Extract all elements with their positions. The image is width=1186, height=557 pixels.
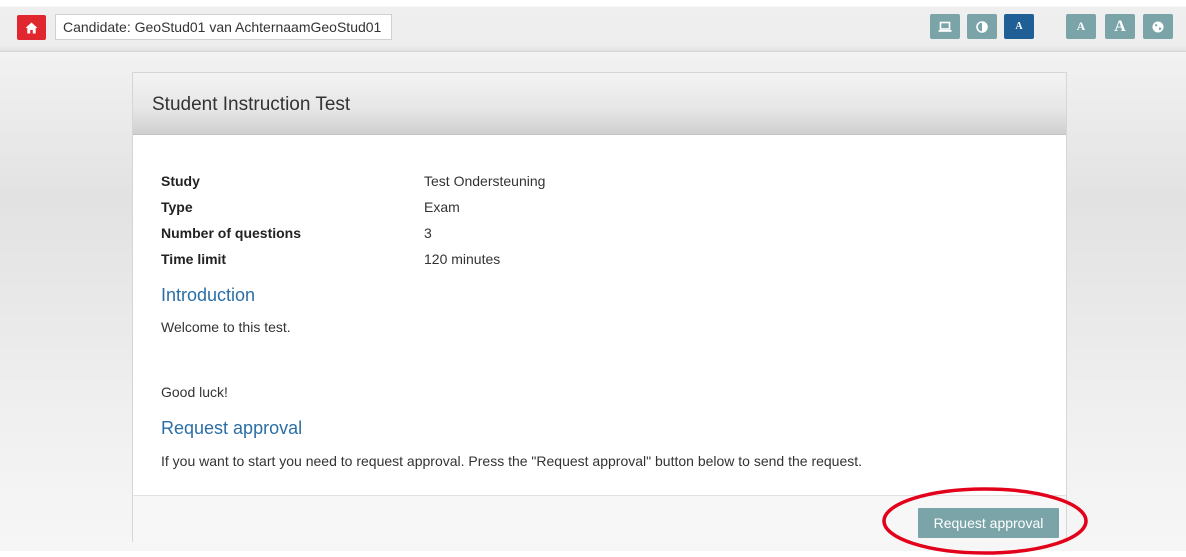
font-size-small-button[interactable]: A	[1004, 14, 1034, 39]
detail-row: Time limit 120 minutes	[161, 246, 545, 272]
home-button[interactable]	[17, 15, 46, 40]
language-button[interactable]	[1143, 14, 1173, 39]
detail-label: Time limit	[161, 251, 227, 267]
font-size-large-button[interactable]: A	[1105, 14, 1135, 39]
top-bar: Candidate: GeoStud01 van AchternaamGeoSt…	[0, 0, 1186, 52]
detail-row: Type Exam	[161, 194, 545, 220]
detail-label: Type	[161, 199, 193, 215]
introduction-text: Welcome to this test.	[161, 319, 291, 335]
font-small-icon: A	[1015, 21, 1023, 32]
panel-title: Student Instruction Test	[133, 73, 1066, 135]
detail-label: Study	[161, 173, 200, 189]
request-approval-text: If you want to start you need to request…	[161, 453, 863, 469]
detail-value: 3	[424, 225, 432, 241]
candidate-label: Candidate: GeoStud01 van AchternaamGeoSt…	[55, 14, 392, 40]
test-details: Study Test Ondersteuning Type Exam Numbe…	[161, 168, 545, 272]
test-panel: Student Instruction Test Study Test Onde…	[132, 72, 1067, 542]
detail-value: Exam	[424, 199, 460, 215]
detail-row: Number of questions 3	[161, 220, 545, 246]
detail-row: Study Test Ondersteuning	[161, 168, 545, 194]
detail-value: 120 minutes	[424, 251, 501, 267]
request-approval-heading: Request approval	[161, 418, 303, 438]
font-size-medium-button[interactable]: A	[1066, 14, 1096, 39]
home-icon	[25, 22, 38, 33]
good-luck-text: Good luck!	[161, 384, 228, 400]
detail-value: Test Ondersteuning	[424, 173, 546, 189]
request-approval-button[interactable]: Request approval	[918, 508, 1059, 538]
font-large-icon: A	[1114, 17, 1126, 35]
introduction-heading: Introduction	[161, 285, 256, 305]
screen-icon	[938, 21, 952, 32]
globe-icon	[1152, 21, 1164, 32]
screen-mode-button[interactable]	[930, 14, 960, 39]
contrast-button[interactable]	[967, 14, 997, 39]
detail-label: Number of questions	[161, 225, 302, 241]
contrast-icon	[976, 20, 988, 33]
font-medium-icon: A	[1076, 19, 1086, 33]
panel-footer: Request approval	[133, 495, 1066, 542]
